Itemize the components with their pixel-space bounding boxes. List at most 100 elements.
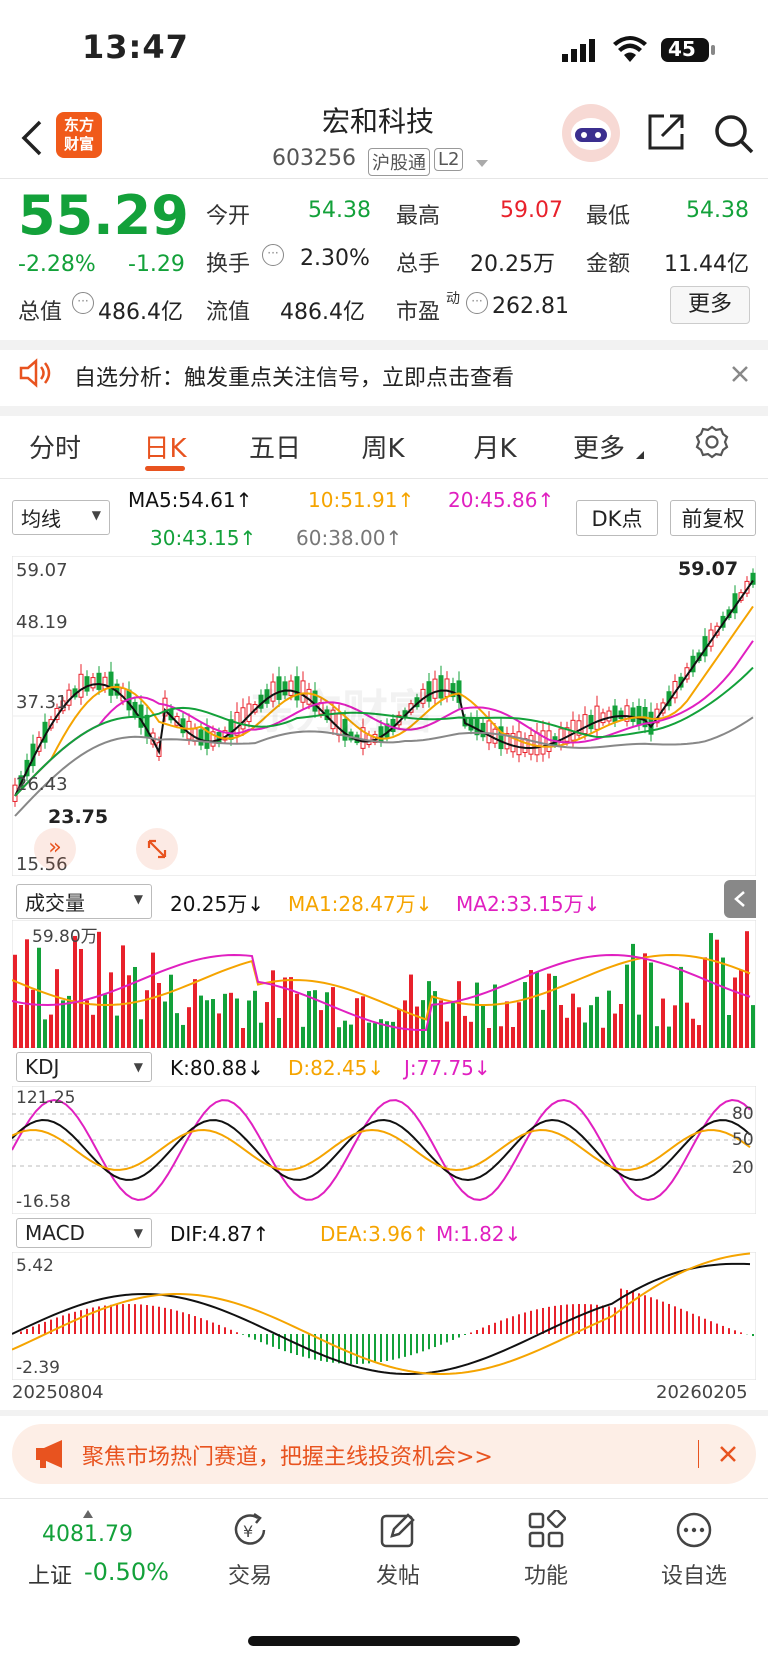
macd-chart [12, 1252, 756, 1380]
kline-high-marker: 59.07 [678, 558, 739, 580]
more-dots-icon [674, 1510, 714, 1550]
volume-bar [319, 1010, 323, 1048]
kdj-bottom-label: -16.58 [16, 1192, 71, 1212]
volume-bar [463, 1015, 467, 1048]
volume-bar [115, 1015, 119, 1048]
grid-icon [526, 1508, 567, 1550]
candle-body [516, 731, 522, 756]
volume-bar [529, 970, 533, 1048]
volume-bar [175, 1013, 179, 1048]
volume-selector[interactable]: 成交量 ▼ [16, 884, 152, 919]
chevron-down-icon[interactable] [474, 154, 490, 167]
volume-bar [679, 966, 683, 1048]
volume-ma1: MA1:28.47万↓ [288, 892, 433, 916]
volume-bar [43, 1019, 47, 1048]
adjust-button[interactable]: 前复权 [670, 500, 756, 536]
info-icon[interactable]: ··· [466, 292, 488, 314]
volume-bar [187, 1007, 191, 1048]
tab-day-k[interactable]: 日K [130, 428, 200, 465]
dk-button[interactable]: DK点 [576, 500, 658, 536]
candle-body [606, 710, 612, 722]
volume-bar [55, 969, 59, 1048]
low-label: 最低 [586, 204, 631, 229]
nav-watchlist[interactable]: 设自选 [654, 1510, 734, 1594]
fullscreen-icon[interactable] [136, 828, 178, 870]
volume-bar [469, 1021, 473, 1048]
volume-bar [415, 1006, 419, 1048]
volume-bar [409, 974, 413, 1048]
collapse-panel-icon[interactable] [724, 880, 756, 918]
volume-bar [307, 991, 311, 1048]
kdj-d: D:82.45↓ [288, 1056, 385, 1080]
index-widget[interactable]: 4081.79 上证 -0.50% [0, 1500, 180, 1600]
candle-body [90, 677, 96, 689]
tab-week-k[interactable]: 周K [348, 428, 418, 465]
last-price: 55.29 [18, 184, 189, 247]
tab-month-k[interactable]: 月K [460, 428, 530, 465]
edit-icon [378, 1510, 418, 1550]
promo-banner[interactable]: 聚焦市场热门赛道，把握主线投资机会>> [12, 1424, 756, 1484]
candle-body [480, 722, 486, 738]
volume-bar [301, 1026, 305, 1048]
more-button[interactable]: 更多 [670, 286, 750, 324]
macd-bottom-label: -2.39 [16, 1358, 60, 1378]
candle-body [438, 675, 444, 699]
volume-bar [673, 1005, 677, 1048]
volume-bar [373, 1023, 377, 1048]
triangle-up-icon [82, 1504, 94, 1518]
search-icon[interactable] [712, 112, 756, 156]
volume-bar [505, 1001, 509, 1048]
volume-bar [241, 1027, 245, 1048]
tab-fenshi[interactable]: 分时 [20, 428, 90, 465]
volume-bar [343, 1020, 347, 1048]
volume-bar [223, 993, 227, 1048]
volume-bar [655, 1026, 659, 1048]
kline-y-label-top: 59.07 [16, 560, 68, 581]
volume-bar [721, 957, 725, 1048]
volume-bar [403, 1000, 407, 1048]
kdj-top-label: 121.25 [16, 1088, 76, 1108]
stock-name: 宏和科技 [322, 105, 435, 138]
kdj-selector[interactable]: KDJ ▼ [16, 1052, 152, 1082]
info-icon[interactable]: ··· [72, 292, 94, 314]
volume-bar [583, 1022, 587, 1048]
nav-trade[interactable]: ¥ 交易 [210, 1510, 290, 1594]
tab-more[interactable]: 更多 [564, 428, 634, 465]
volume-bar [97, 931, 101, 1048]
volume-bar [349, 1024, 353, 1048]
ma5-value: MA5:54.61↑ [128, 488, 253, 512]
tab-five-day[interactable]: 五日 [240, 428, 310, 465]
volume-bar [499, 1026, 503, 1048]
volume-bar [565, 1017, 569, 1048]
gear-icon[interactable] [694, 424, 730, 460]
robot-avatar-icon[interactable] [562, 104, 620, 162]
kdj-level-80: 80 [732, 1104, 754, 1124]
nav-functions[interactable]: 功能 [506, 1508, 586, 1594]
close-icon[interactable] [730, 364, 750, 384]
mktcap-label: 总值 [18, 300, 63, 325]
expand-left-icon[interactable]: » [34, 828, 76, 870]
volume-bar [193, 979, 197, 1048]
volume-bar [205, 1000, 209, 1048]
promo-text: 聚焦市场热门赛道，把握主线投资机会>> [82, 1445, 493, 1470]
nav-post[interactable]: 发帖 [358, 1510, 438, 1594]
close-icon[interactable] [718, 1444, 738, 1464]
volume-bar [277, 1017, 281, 1048]
volume-bar [457, 981, 461, 1048]
macd-selector[interactable]: MACD ▼ [16, 1218, 152, 1248]
candle-body [228, 719, 234, 740]
battery-level: 45 [668, 37, 696, 61]
volume-bar [481, 1004, 485, 1048]
candle-body [534, 732, 540, 756]
volume-bar [361, 996, 365, 1048]
share-icon[interactable] [646, 112, 686, 152]
notice-text[interactable]: 自选分析：触发重点关注信号，立即点击查看 [74, 360, 514, 392]
ma20-value: 20:45.86↑ [448, 488, 555, 512]
kdj-line [12, 1098, 751, 1202]
volume-bar [169, 974, 173, 1048]
volume-bar [709, 933, 713, 1048]
ma-selector[interactable]: 均线 ▼ [12, 500, 110, 535]
info-icon[interactable]: ··· [262, 244, 284, 266]
back-icon[interactable] [18, 118, 46, 158]
volume-bar [133, 966, 137, 1048]
